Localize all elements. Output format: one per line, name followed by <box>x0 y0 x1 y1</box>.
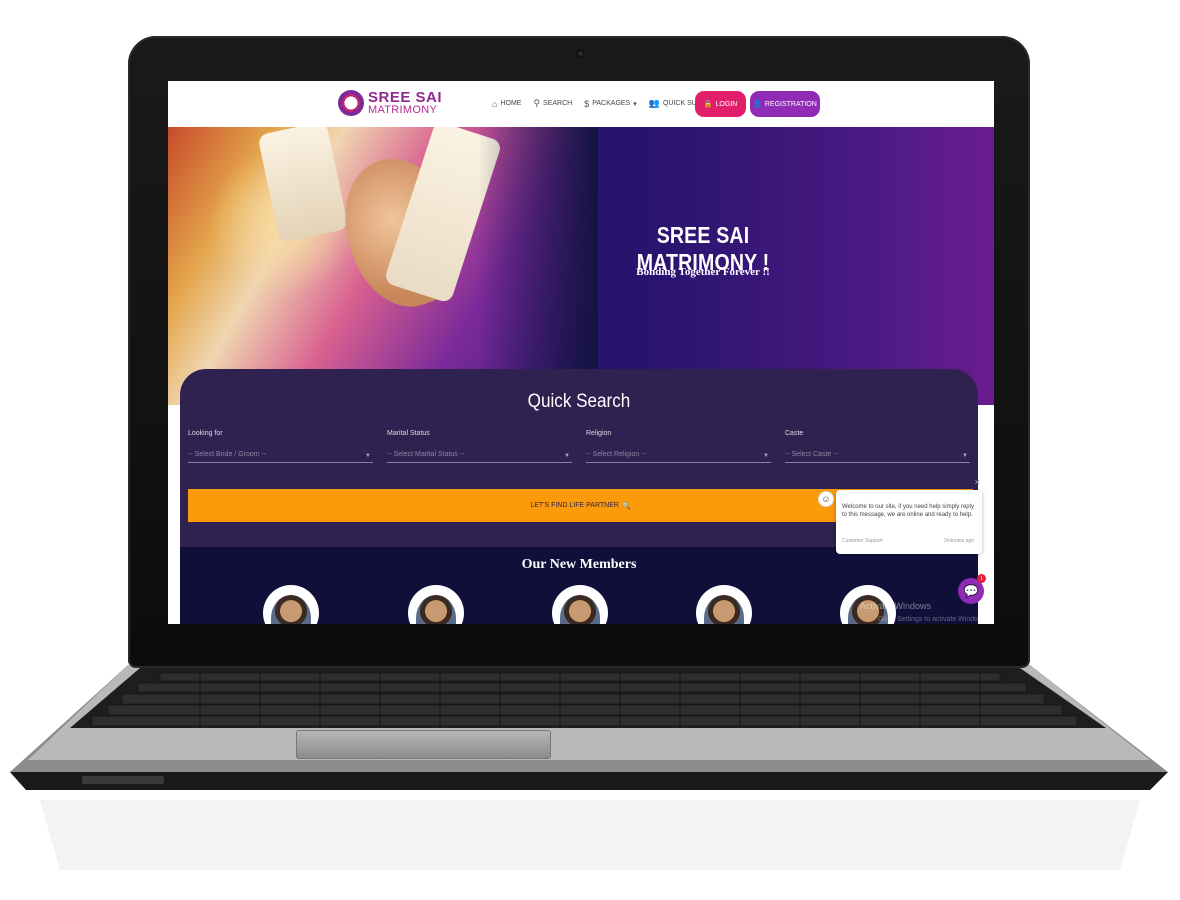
caret-down-icon: ▼ <box>564 453 570 459</box>
select-placeholder: -- Select Bride / Groom -- <box>188 451 267 458</box>
login-label: LOGIN <box>715 100 738 108</box>
search-icon: 🔍 <box>621 502 631 510</box>
support-avatar-icon: ☺ <box>818 491 834 507</box>
field-label: Religion <box>586 430 612 437</box>
caret-down-icon: ▼ <box>962 453 968 459</box>
laptop-mockup: SREE SAI MATRIMONY ⌂ HOME ⚲ SEARCH $ PAC… <box>0 0 1180 900</box>
religion-field: Religion -- Select Religion -- ▼ <box>586 430 771 463</box>
select-placeholder: -- Select Marital Status -- <box>387 451 465 458</box>
registration-button[interactable]: 👤 REGISTRATION <box>750 91 820 117</box>
lotus-logo-icon <box>338 90 364 116</box>
nav-links: ⌂ HOME ⚲ SEARCH $ PACKAGES ▾ 👥 QUICK SUP… <box>492 98 727 109</box>
nav-packages-label: PACKAGES <box>592 100 631 107</box>
bride-photo <box>168 127 598 405</box>
user-plus-icon: 👤 <box>753 101 762 108</box>
select-placeholder: -- Select Religion -- <box>586 451 646 458</box>
login-button[interactable]: 🔒 LOGIN <box>695 91 746 117</box>
select-placeholder: -- Select Caste -- <box>785 451 838 458</box>
chat-bubble-icon: 💬 <box>963 584 979 598</box>
dollar-icon: $ <box>584 98 590 109</box>
webcam-icon <box>576 49 585 58</box>
hero-subtitle: Bonding Together Forever !! <box>636 266 770 278</box>
marital-status-select[interactable]: -- Select Marital Status -- ▼ <box>387 451 572 463</box>
member-avatar[interactable] <box>552 585 608 624</box>
member-avatar[interactable] <box>408 585 464 624</box>
users-icon: 👥 <box>648 98 660 108</box>
chat-popup[interactable]: Welcome to our site, if you need help si… <box>836 490 982 554</box>
nav-search[interactable]: ⚲ SEARCH <box>533 98 572 109</box>
chevron-down-icon: ▾ <box>633 100 637 108</box>
windows-watermark-sub: Go to Settings to activate Windows. <box>878 616 989 623</box>
caret-down-icon: ▼ <box>365 453 371 459</box>
quick-search-title: Quick Search <box>527 391 631 412</box>
field-label: Looking for <box>188 430 223 437</box>
caste-select[interactable]: -- Select Caste -- ▼ <box>785 451 970 463</box>
chat-message: Welcome to our site, if you need help si… <box>842 504 974 519</box>
chat-time: 2minutes ago <box>943 538 974 544</box>
field-label: Marital Status <box>387 430 430 437</box>
looking-for-select[interactable]: -- Select Bride / Groom -- ▼ <box>188 451 373 463</box>
touchpad <box>296 730 551 759</box>
nav-home-label: HOME <box>500 100 522 107</box>
brand-line1: SREE SAI <box>368 89 443 106</box>
members-title: Our New Members <box>521 557 637 572</box>
hero-banner: SREE SAI MATRIMONY ! Bonding Together Fo… <box>168 127 994 405</box>
brand-logo[interactable]: SREE SAI MATRIMONY <box>338 90 442 116</box>
registration-label: REGISTRATION <box>764 100 817 108</box>
field-label: Caste <box>785 430 804 437</box>
chat-unread-badge: 1 <box>977 574 986 583</box>
nav-home[interactable]: ⌂ HOME <box>492 98 521 109</box>
brand-line2: MATRIMONY <box>368 104 438 116</box>
caste-field: Caste -- Select Caste -- ▼ <box>785 430 970 463</box>
find-partner-label: LET'S FIND LIFE PARTNER <box>530 502 619 509</box>
nav-search-label: SEARCH <box>543 100 573 107</box>
religion-select[interactable]: -- Select Religion -- ▼ <box>586 451 771 463</box>
home-icon: ⌂ <box>492 98 498 109</box>
chat-close-icon[interactable]: ✕ <box>974 478 981 487</box>
lock-icon: 🔒 <box>703 101 713 108</box>
nav-packages[interactable]: $ PACKAGES ▾ <box>584 98 637 109</box>
new-members-section: Our New Members <box>180 547 978 624</box>
caret-down-icon: ▼ <box>763 453 769 459</box>
looking-for-field: Looking for -- Select Bride / Groom -- ▼ <box>188 430 373 463</box>
search-icon: ⚲ <box>533 98 541 108</box>
member-avatar[interactable] <box>696 585 752 624</box>
navbar: SREE SAI MATRIMONY ⌂ HOME ⚲ SEARCH $ PAC… <box>168 81 994 127</box>
member-avatar[interactable] <box>263 585 319 624</box>
windows-watermark: Activate Windows <box>860 601 932 611</box>
chat-agent: Customer Support <box>842 538 883 544</box>
marital-status-field: Marital Status -- Select Marital Status … <box>387 430 572 463</box>
